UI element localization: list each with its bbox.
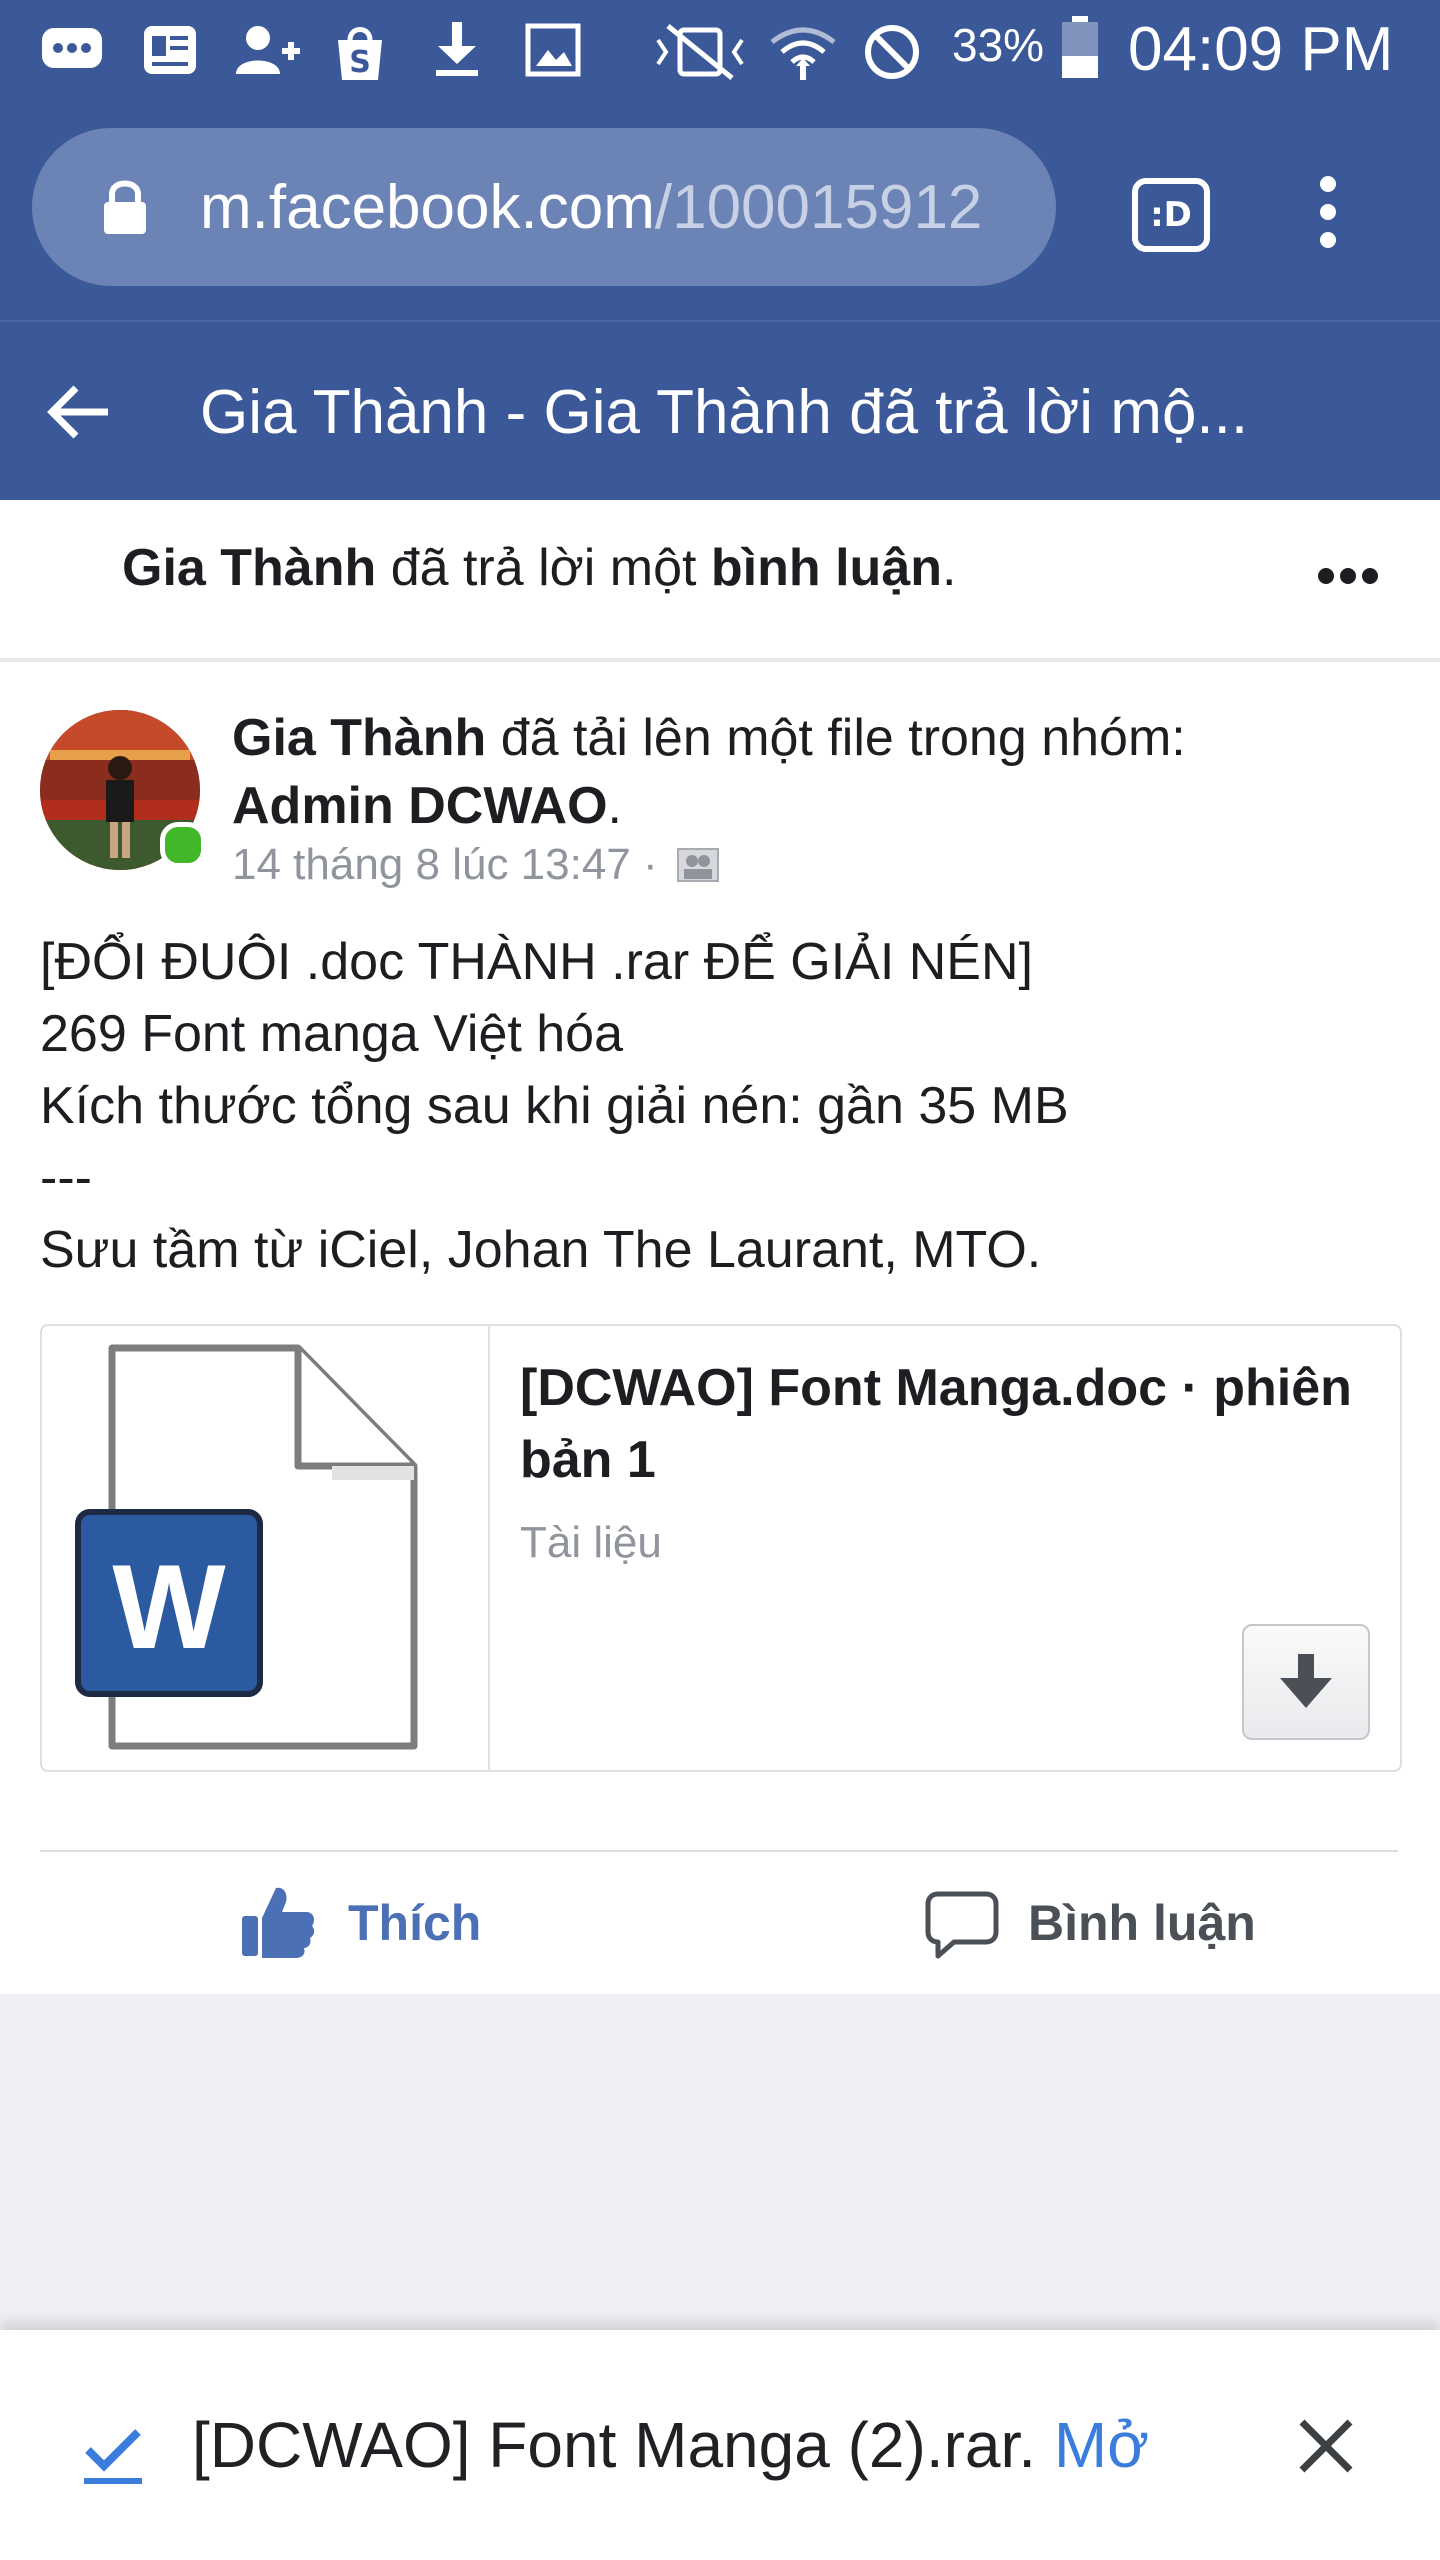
- shopping-bag-icon: S: [338, 27, 382, 80]
- page-header: Gia Thành - Gia Thành đã trả lời mộ...: [0, 320, 1440, 502]
- post-header-text: Gia Thành đã tải lên một file trong nhóm…: [232, 709, 1186, 835]
- url-text[interactable]: m.facebook.com/100015912: [200, 172, 1020, 243]
- browser-toolbar: m.facebook.com/100015912 :D: [0, 100, 1440, 320]
- news-app-icon: [144, 26, 196, 74]
- vibrate-mute-icon: [656, 24, 744, 80]
- add-contact-icon: [236, 26, 300, 74]
- post-card: Gia Thành đã tải lên một file trong nhóm…: [0, 662, 1440, 1994]
- image-icon: [525, 23, 581, 77]
- post-body-line: Kích thước tổng sau khi giải nén: gần 35…: [40, 1077, 1069, 1135]
- do-not-disturb-icon: [865, 25, 919, 79]
- notification-text[interactable]: Gia Thành đã trả lời một bình luận.: [122, 538, 956, 598]
- download-complete-bar: [DCWAO] Font Manga (2).rar. Mở: [0, 2330, 1440, 2560]
- comment-label: Bình luận: [1028, 1895, 1256, 1951]
- attachment-download-button[interactable]: [1242, 1624, 1370, 1740]
- download-icon: [436, 22, 478, 76]
- post-body-line: 269 Font manga Việt hóa: [40, 1005, 624, 1063]
- post-body-line: ---: [40, 1149, 92, 1207]
- svg-text:W: W: [112, 1540, 226, 1674]
- attachment-title[interactable]: [DCWAO] Font Manga.doc · phiên bản 1: [520, 1352, 1380, 1496]
- post-timestamp[interactable]: 14 tháng 8 lúc 13:47 ·: [232, 840, 720, 890]
- file-attachment[interactable]: W [DCWAO] Font Manga.doc · phiên bản 1 T…: [40, 1324, 1402, 1772]
- notification-bar: Gia Thành đã trả lời một bình luận.: [0, 500, 1440, 662]
- more-options-button[interactable]: [1318, 568, 1384, 589]
- page-title: Gia Thành - Gia Thành đã trả lời mộ...: [200, 378, 1249, 447]
- like-label: Thích: [348, 1895, 482, 1951]
- wifi-icon: [770, 27, 836, 80]
- open-file-link[interactable]: Mở: [1054, 2409, 1149, 2481]
- clock: 04:09 PM: [1128, 15, 1394, 84]
- status-bar: S 33% 04:09 PM: [0, 0, 1440, 100]
- download-done-icon: [84, 2429, 142, 2484]
- post-divider: [40, 1850, 1398, 1852]
- group-link[interactable]: Admin DCWAO: [232, 777, 608, 835]
- post-body-line: [ĐỔI ĐUÔI .doc THÀNH .rar ĐỂ GIẢI NÉN]: [40, 933, 1033, 991]
- svg-text:S: S: [349, 45, 371, 80]
- battery-percent: 33%: [952, 19, 1045, 71]
- chat-bubble-icon: [42, 28, 102, 68]
- back-arrow-icon[interactable]: [46, 384, 112, 440]
- post-body-line: Sưu tầm từ iCiel, Johan The Laurant, MTO…: [40, 1221, 1042, 1279]
- download-message: [DCWAO] Font Manga (2).rar. Mở: [192, 2409, 1150, 2481]
- address-bar[interactable]: m.facebook.com/100015912: [32, 128, 1056, 286]
- group-privacy-icon: [676, 848, 719, 882]
- close-icon[interactable]: [1296, 2416, 1356, 2476]
- tab-switcher-button[interactable]: :D: [1132, 178, 1210, 252]
- attachment-type: Tài liệu: [520, 1518, 662, 1567]
- lock-icon: [104, 180, 146, 234]
- online-status-dot: [160, 822, 206, 868]
- browser-menu-button[interactable]: [1308, 176, 1348, 256]
- author-link[interactable]: Gia Thành: [232, 709, 486, 767]
- battery-icon: [1062, 16, 1098, 78]
- comment-icon: [925, 1891, 999, 1959]
- thumbs-up-icon: [242, 1887, 315, 1958]
- word-document-icon: W: [42, 1326, 490, 1770]
- download-arrow-icon: [1280, 1654, 1332, 1708]
